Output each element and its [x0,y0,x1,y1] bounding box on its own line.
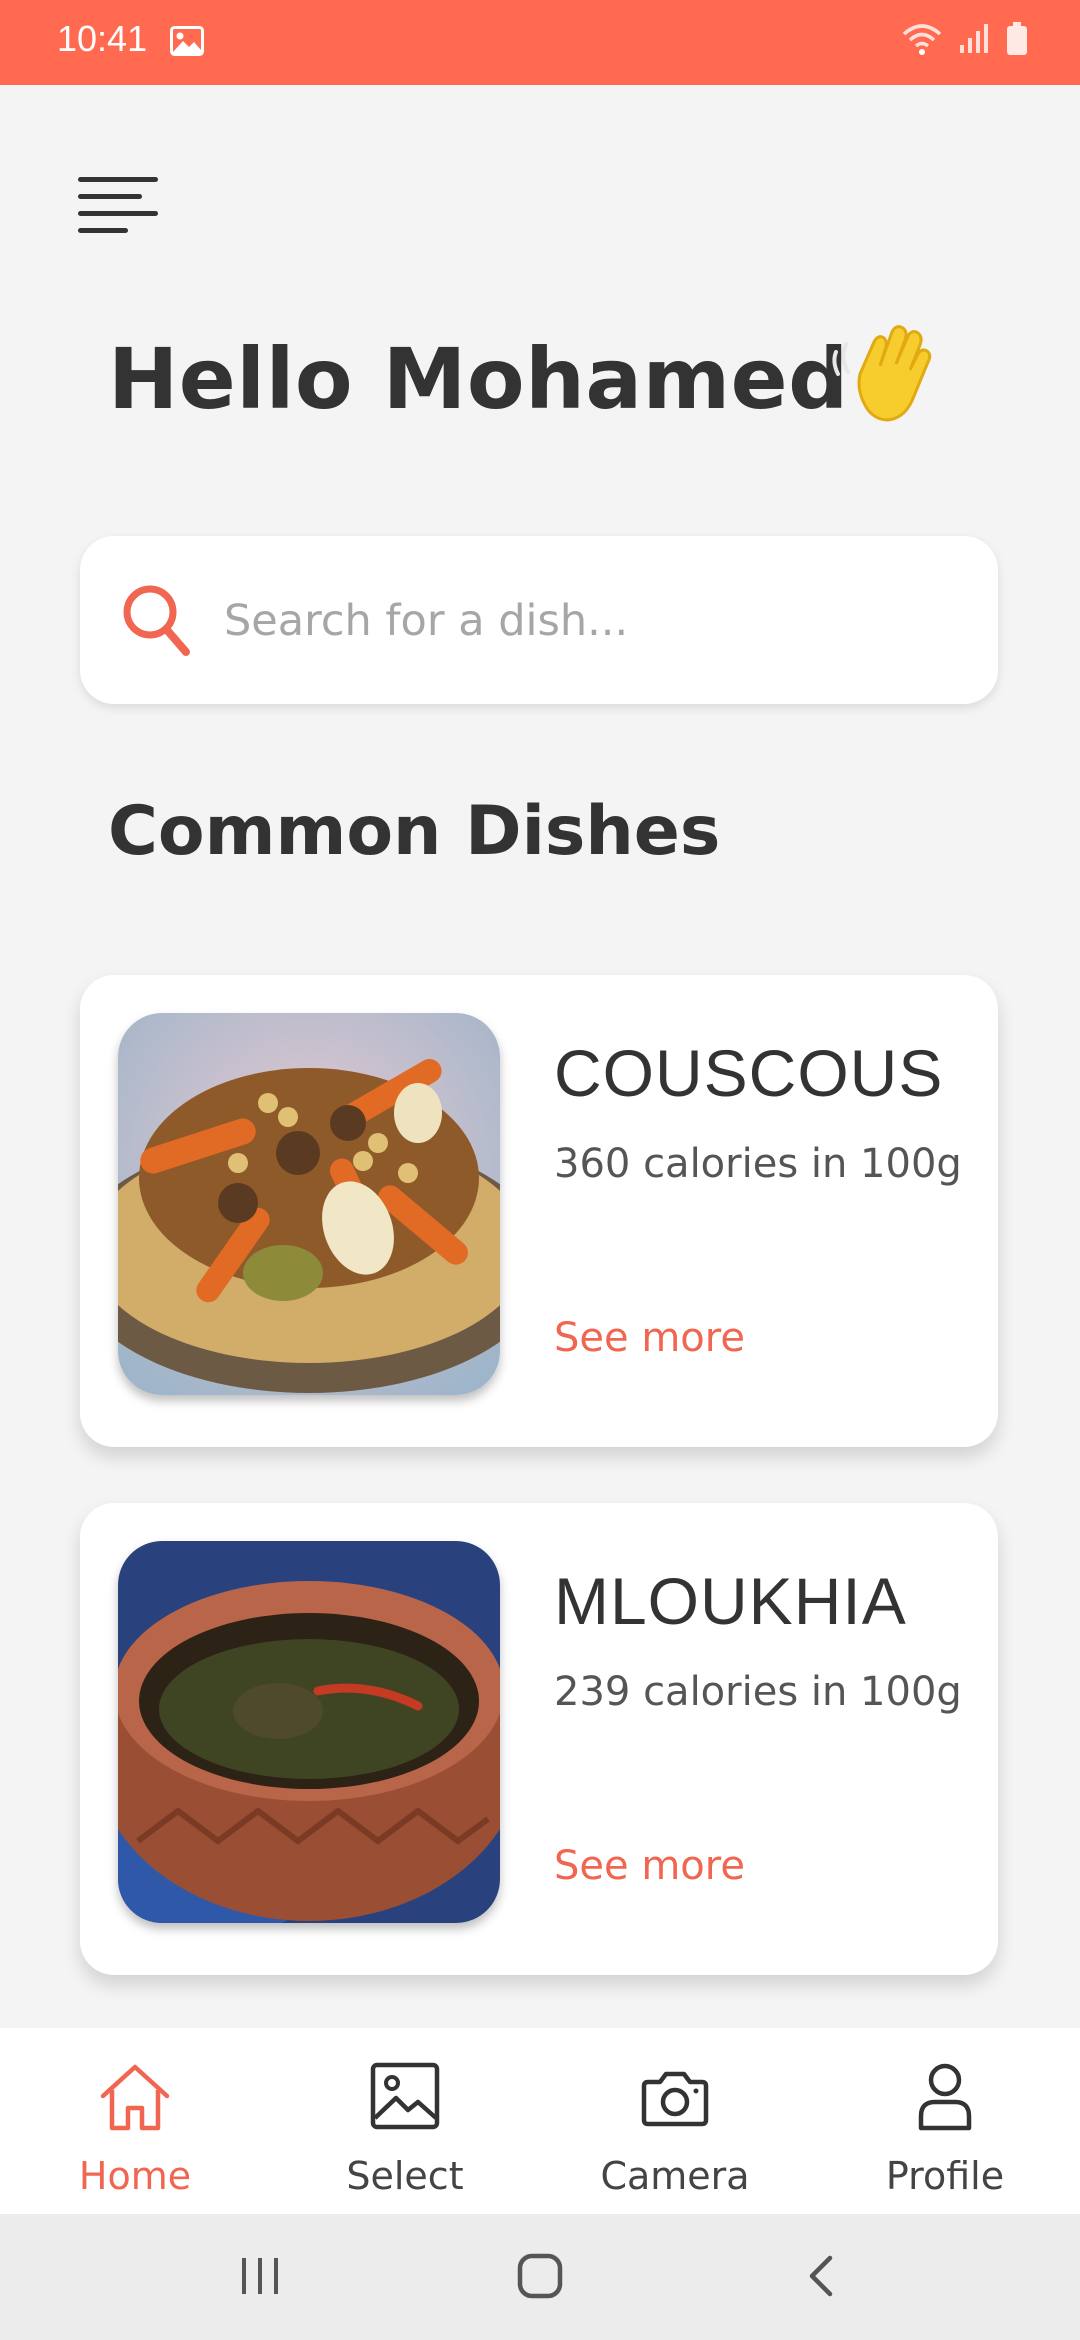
dish-calories: 239 calories in 100g [554,1669,962,1715]
battery-icon [1006,22,1028,60]
greeting-title: Hello Mohamed [108,330,849,428]
dish-card-couscous[interactable]: COUSCOUS 360 calories in 100g See more [80,975,998,1447]
signal-icon [958,23,990,59]
waving-hand-icon [828,322,938,436]
nav-label: Camera [600,2154,750,2198]
home-icon [0,2062,270,2132]
hamburger-menu-button[interactable] [78,175,160,235]
recent-apps-icon[interactable] [238,2250,282,2306]
dish-name: COUSCOUS [554,1036,944,1110]
status-icons [902,22,1028,60]
wifi-icon [902,22,942,60]
dish-card-mloukhia[interactable]: MLOUKHIA 239 calories in 100g See more [80,1503,998,1975]
nav-label: Profile [885,2154,1005,2198]
nav-label: Home [78,2154,192,2198]
search-input[interactable] [222,576,946,666]
system-navigation-bar [0,2214,1080,2340]
nav-label: Select [346,2154,464,2198]
dish-name: MLOUKHIA [554,1564,907,1638]
image-icon [170,26,204,60]
nav-camera[interactable]: Camera [540,2028,810,2214]
bottom-navigation: Home Select Camera Profile [0,2028,1080,2214]
status-bar: 10:41 [0,0,1080,85]
section-title: Common Dishes [108,792,721,871]
couscous-photo [118,1013,500,1395]
mloukhia-photo [118,1541,500,1923]
back-icon[interactable] [800,2250,844,2306]
see-more-link[interactable]: See more [554,1843,745,1889]
status-time: 10:41 [57,18,148,59]
hamburger-menu-icon [78,177,158,233]
see-more-link[interactable]: See more [554,1315,745,1361]
search-icon[interactable] [120,582,192,662]
profile-icon [810,2062,1080,2132]
camera-icon [540,2062,810,2128]
nav-profile[interactable]: Profile [810,2028,1080,2214]
search-bar[interactable] [80,536,998,704]
dish-calories: 360 calories in 100g [554,1141,962,1187]
home-circle-icon[interactable] [516,2250,564,2306]
nav-select[interactable]: Select [270,2028,540,2214]
nav-home[interactable]: Home [0,2028,270,2214]
gallery-icon [270,2062,540,2130]
